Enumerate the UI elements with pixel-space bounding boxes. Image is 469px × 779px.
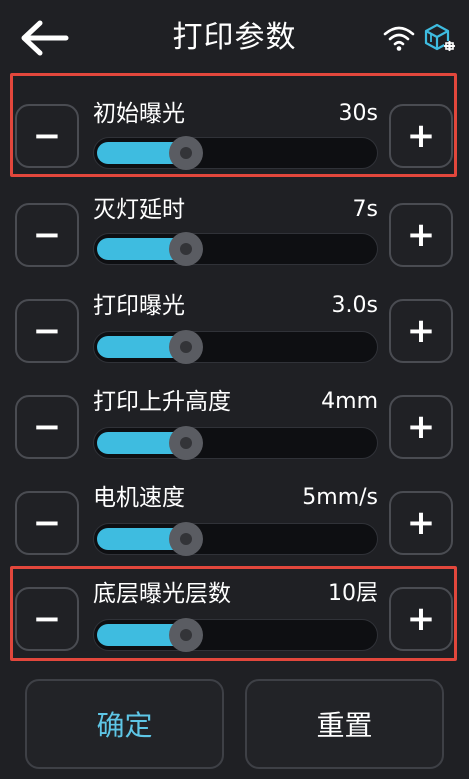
- slider-thumb[interactable]: [169, 618, 203, 652]
- decrease-button[interactable]: −: [15, 104, 79, 168]
- slider-thumb[interactable]: [169, 426, 203, 460]
- param-value: 5mm/s: [302, 485, 378, 510]
- param-slider[interactable]: [93, 136, 378, 170]
- decrease-button[interactable]: −: [15, 395, 79, 459]
- param-light-off-delay: − 灭灯延时 7s +: [0, 197, 469, 299]
- increase-button[interactable]: +: [389, 587, 453, 651]
- increase-button[interactable]: +: [389, 203, 453, 267]
- slider-thumb[interactable]: [169, 136, 203, 170]
- confirm-button[interactable]: 确定: [25, 679, 224, 769]
- param-slider[interactable]: [93, 522, 378, 556]
- reset-button[interactable]: 重置: [245, 679, 444, 769]
- param-slider[interactable]: [93, 618, 378, 652]
- param-label: 底层曝光层数: [93, 581, 231, 607]
- param-print-exposure: − 打印曝光 3.0s +: [0, 293, 469, 395]
- param-slider[interactable]: [93, 426, 378, 460]
- param-initial-exposure: − 初始曝光 30s +: [0, 73, 469, 200]
- increase-button[interactable]: +: [389, 299, 453, 363]
- param-label: 电机速度: [93, 485, 185, 511]
- param-value: 4mm: [321, 389, 378, 414]
- param-label: 打印上升高度: [93, 389, 231, 415]
- param-value: 30s: [338, 101, 378, 126]
- wifi-icon: [383, 26, 415, 51]
- param-value: 3.0s: [331, 293, 378, 318]
- param-label: 打印曝光: [93, 293, 185, 319]
- param-bottom-layer-count: − 底层曝光层数 10层 +: [0, 566, 469, 683]
- decrease-button[interactable]: −: [15, 299, 79, 363]
- increase-button[interactable]: +: [389, 104, 453, 168]
- param-slider[interactable]: [93, 232, 378, 266]
- param-label: 灭灯延时: [93, 197, 185, 223]
- increase-button[interactable]: +: [389, 395, 453, 459]
- decrease-button[interactable]: −: [15, 203, 79, 267]
- decrease-button[interactable]: −: [15, 587, 79, 651]
- header-bar: 打印参数: [0, 0, 469, 78]
- slider-thumb[interactable]: [169, 330, 203, 364]
- decrease-button[interactable]: −: [15, 491, 79, 555]
- param-label: 初始曝光: [93, 101, 185, 127]
- param-lift-height: − 打印上升高度 4mm +: [0, 389, 469, 491]
- param-value: 7s: [352, 197, 378, 222]
- increase-button[interactable]: +: [389, 491, 453, 555]
- slider-thumb[interactable]: [169, 522, 203, 556]
- cube-network-icon: [424, 23, 456, 52]
- param-value: 10层: [328, 581, 378, 606]
- slider-thumb[interactable]: [169, 232, 203, 266]
- param-slider[interactable]: [93, 330, 378, 364]
